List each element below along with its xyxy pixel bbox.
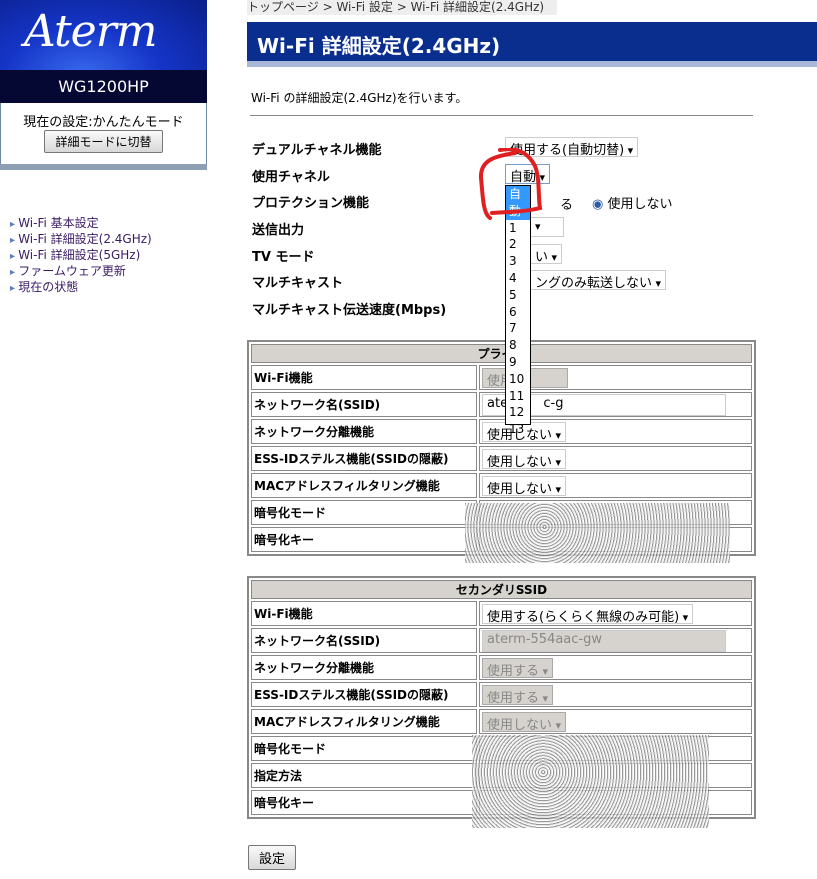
table-row: ネットワーク名(SSID) aterm-554aac-gw bbox=[251, 628, 752, 653]
channel-label: 使用チャネル bbox=[252, 170, 330, 185]
mac-filter-select[interactable]: 使用しない bbox=[482, 475, 567, 497]
divider bbox=[0, 164, 207, 170]
row-label: ネットワーク分離機能 bbox=[251, 419, 477, 444]
wifi-select[interactable]: 使用する(らくらく無線のみ可能) bbox=[482, 603, 694, 625]
ssid-text: c-g bbox=[543, 395, 564, 411]
tv-mode-label: TV モード bbox=[252, 250, 315, 265]
tx-power-label: 送信出力 bbox=[252, 223, 305, 238]
multicast-rate-label: マルチキャスト伝送速度(Mbps) bbox=[252, 303, 447, 318]
row-label: MACアドレスフィルタリング機能 bbox=[251, 473, 477, 498]
channel-option[interactable]: 9 bbox=[506, 354, 530, 371]
isolation-select[interactable]: 使用する bbox=[482, 657, 554, 679]
protection-label: プロテクション機能 bbox=[252, 196, 370, 211]
mode-box: 現在の設定:かんたんモード 詳細モードに切替 bbox=[0, 103, 207, 165]
row-label: ネットワーク分離機能 bbox=[251, 655, 477, 680]
protection-off-radio[interactable]: ◉ 使用しない bbox=[592, 193, 673, 212]
nav-firmware[interactable]: ファームウェア更新 bbox=[10, 264, 152, 280]
table-row: Wi-Fi機能 使用 bbox=[251, 365, 752, 390]
multicast-label: マルチキャスト bbox=[252, 276, 344, 291]
sidebar-nav: Wi-Fi 基本設定 Wi-Fi 詳細設定(2.4GHz) Wi-Fi 詳細設定… bbox=[10, 216, 152, 296]
row-label: ESS-IDステルス機能(SSIDの隠蔽) bbox=[251, 682, 477, 707]
tv-mode-select[interactable]: い bbox=[530, 244, 563, 265]
model-name: WG1200HP bbox=[0, 70, 207, 103]
row-label: ESS-IDステルス機能(SSIDの隠蔽) bbox=[251, 446, 477, 471]
channel-option[interactable]: 8 bbox=[506, 337, 530, 354]
channel-option[interactable]: 3 bbox=[506, 253, 530, 270]
row-label: 暗号化モード bbox=[251, 500, 477, 525]
page-title: Wi-Fi 詳細設定(2.4GHz) bbox=[247, 22, 817, 67]
row-label: ネットワーク名(SSID) bbox=[251, 628, 477, 653]
current-mode: 現在の設定:かんたんモード bbox=[23, 115, 184, 130]
protection-off-label: 使用しない bbox=[607, 197, 673, 212]
table-row: ESS-IDステルス機能(SSIDの隠蔽) 使用しない bbox=[251, 446, 752, 471]
channel-option[interactable]: 6 bbox=[506, 304, 530, 321]
channel-option[interactable]: 4 bbox=[506, 270, 530, 287]
table-header: セカンダリSSID bbox=[251, 580, 752, 599]
table-row: ネットワーク名(SSID) ater c-g bbox=[251, 392, 752, 417]
table-row: ネットワーク分離機能 使用しない bbox=[251, 419, 752, 444]
table-row: MACアドレスフィルタリング機能 使用しない bbox=[251, 709, 752, 734]
row-label: 暗号化キー bbox=[251, 790, 477, 815]
row-label: 指定方法 bbox=[251, 763, 477, 788]
breadcrumb[interactable]: トップページ > Wi-Fi 設定 > Wi-Fi 詳細設定(2.4GHz) bbox=[247, 0, 557, 15]
nav-wifi-5ghz[interactable]: Wi-Fi 詳細設定(5GHz) bbox=[10, 248, 152, 264]
row-label: Wi-Fi機能 bbox=[251, 601, 477, 626]
row-label: ネットワーク名(SSID) bbox=[251, 392, 477, 417]
redacted-area bbox=[472, 735, 709, 828]
stealth-select[interactable]: 使用しない bbox=[482, 448, 567, 470]
table-row: MACアドレスフィルタリング機能 使用しない bbox=[251, 473, 752, 498]
row-label: 暗号化モード bbox=[251, 736, 477, 761]
table-header: プライマ bbox=[251, 344, 752, 363]
nav-wifi-24ghz[interactable]: Wi-Fi 詳細設定(2.4GHz) bbox=[10, 232, 152, 248]
stealth-select[interactable]: 使用する bbox=[482, 684, 554, 706]
dual-channel-label: デュアルチャネル機能 bbox=[252, 143, 382, 158]
nav-wifi-basic[interactable]: Wi-Fi 基本設定 bbox=[10, 216, 152, 232]
channel-option[interactable]: 10 bbox=[506, 371, 530, 388]
channel-option[interactable]: 2 bbox=[506, 236, 530, 253]
row-label: MACアドレスフィルタリング機能 bbox=[251, 709, 477, 734]
submit-button[interactable]: 設定 bbox=[248, 845, 297, 870]
aterm-logo: Aterm bbox=[0, 0, 207, 70]
channel-option[interactable]: 11 bbox=[506, 388, 530, 405]
logo-text: Aterm bbox=[24, 6, 157, 57]
row-label: Wi-Fi機能 bbox=[251, 365, 477, 390]
multicast-select[interactable]: ングのみ転送しない bbox=[530, 270, 667, 291]
radio-selected-icon: ◉ bbox=[592, 197, 604, 212]
channel-option[interactable]: 13 bbox=[506, 421, 530, 438]
table-row: Wi-Fi機能 使用する(らくらく無線のみ可能) bbox=[251, 601, 752, 626]
table-row: ネットワーク分離機能 使用する bbox=[251, 655, 752, 680]
table-row: ESS-IDステルス機能(SSIDの隠蔽) 使用する bbox=[251, 682, 752, 707]
mac-filter-select[interactable]: 使用しない bbox=[482, 711, 567, 733]
redacted-area bbox=[465, 503, 730, 563]
row-label: 暗号化キー bbox=[251, 527, 477, 552]
channel-option[interactable]: 5 bbox=[506, 287, 530, 304]
channel-option[interactable]: 12 bbox=[506, 404, 530, 421]
red-annotation-circle bbox=[479, 148, 543, 220]
ssid-input[interactable]: aterm-554aac-gw bbox=[482, 629, 726, 652]
description: Wi-Fi の詳細設定(2.4GHz)を行います。 bbox=[251, 91, 468, 105]
channel-option[interactable]: 7 bbox=[506, 320, 530, 337]
nav-status[interactable]: 現在の状態 bbox=[10, 280, 152, 296]
divider bbox=[250, 115, 753, 116]
switch-mode-button[interactable]: 詳細モードに切替 bbox=[44, 130, 163, 153]
